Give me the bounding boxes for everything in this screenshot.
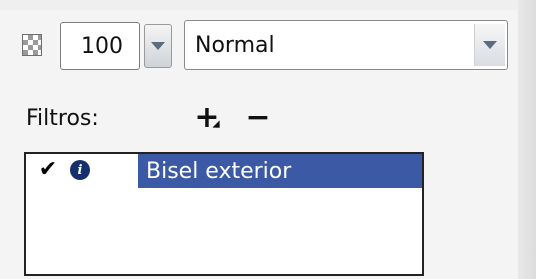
remove-filter-button[interactable]: − [242,99,274,135]
add-filter-button[interactable]: + [190,99,224,135]
properties-panel: 100 Normal Filtros: + − ✔ i Bisel exteri… [0,0,536,279]
panel-top-strip [0,0,536,10]
filters-label: Filtros: [26,106,99,131]
plus-icon: + [194,99,220,135]
submenu-indicator-icon [212,120,220,128]
minus-icon: − [245,99,271,135]
checkmark-icon[interactable]: ✔ [36,158,60,182]
filters-list[interactable]: ✔ i Bisel exterior [24,152,424,276]
opacity-value: 100 [81,33,123,59]
blend-mode-select[interactable]: Normal [184,20,508,70]
opacity-input[interactable]: 100 [60,22,140,70]
transparency-swatch-icon [22,34,42,56]
blend-mode-dropdown-button[interactable] [474,24,505,66]
opacity-dropdown-button[interactable] [144,24,172,68]
chevron-down-icon [483,41,497,49]
filter-name-label: Bisel exterior [146,158,292,184]
filter-name[interactable]: Bisel exterior [138,154,422,188]
info-icon[interactable]: i [70,160,90,180]
list-item[interactable]: ✔ i Bisel exterior [26,154,422,188]
chevron-down-icon [151,42,165,50]
blend-mode-value: Normal [195,32,275,58]
panel-right-strip [518,0,536,279]
